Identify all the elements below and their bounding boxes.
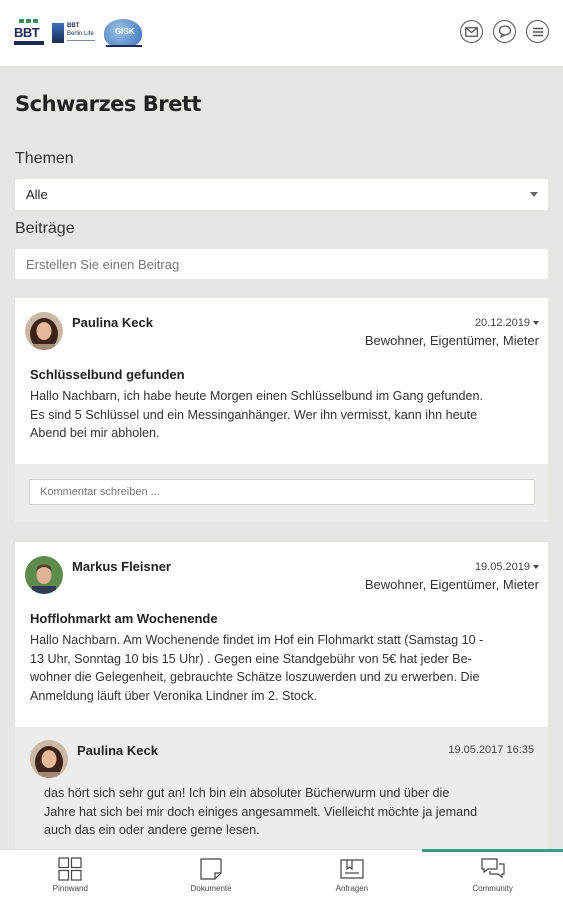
post-date[interactable]: 19.05.2019: [475, 561, 539, 573]
grid-icon: [58, 857, 82, 881]
post-roles: Bewohner, Eigentümer, Mieter: [364, 577, 539, 592]
bbt-berlin-life-logo: BBT Berlin Life: [52, 17, 96, 49]
inbox-icon: [340, 859, 364, 879]
reply-body: das hört sich sehr gut an! Ich bin ein a…: [44, 784, 539, 840]
reply-body-line: das hört sich sehr gut an! Ich bin ein a…: [44, 786, 450, 800]
tab-label: Dokumente: [190, 884, 232, 893]
themes-selected-value: Alle: [26, 187, 48, 202]
avatar[interactable]: [30, 740, 68, 778]
post-body: Hallo Nachbarn, ich habe heute Morgen ei…: [30, 387, 540, 443]
author-name[interactable]: Markus Fleisner: [72, 559, 171, 574]
post-body: Hallo Nachbarn. Am Wochenende findet im …: [30, 631, 540, 705]
post-body-line: Abend bei mir abholen.: [30, 426, 160, 441]
post-card: Markus Fleisner 19.05.2019 Bewohner, Eig…: [15, 542, 548, 732]
tab-label: Pinnwand: [52, 884, 88, 893]
avatar[interactable]: [25, 556, 63, 594]
post-body-line: 13 Uhr, Sonntag 10 bis 15 Uhr) . Gegen e…: [30, 651, 472, 666]
bbt-logo: BBT: [12, 17, 46, 49]
bottom-tab-bar: Pinnwand Dokumente Anfragen Community: [0, 849, 563, 900]
comment-input[interactable]: [29, 479, 535, 505]
post-body-line: Hallo Nachbarn, ich habe heute Morgen ei…: [30, 389, 483, 403]
chat-icon[interactable]: [493, 20, 516, 43]
tab-anfragen[interactable]: Anfragen: [282, 850, 423, 900]
themes-label: Themen: [15, 150, 74, 167]
page-title: Schwarzes Brett: [15, 92, 201, 116]
post-body-line: wohner die Gelegenheit, gebrauchte Schät…: [30, 670, 480, 685]
post-date-text: 19.05.2019: [474, 561, 530, 573]
post-body-line: Hallo Nachbarn. Am Wochenende findet im …: [30, 633, 484, 647]
post-date-text: 20.12.2019: [474, 317, 530, 329]
tab-dokumente[interactable]: Dokumente: [141, 850, 282, 900]
reply-author[interactable]: Paulina Keck: [77, 743, 158, 758]
tab-pinnwand[interactable]: Pinnwand: [0, 850, 141, 900]
post-body-line: Es sind 5 Schlüssel und ein Messinganhän…: [30, 407, 478, 422]
top-bar: BBT BBT Berlin Life GISK: [0, 0, 563, 66]
avatar[interactable]: [25, 312, 63, 350]
reply-date: 19.05.2017 16:35: [448, 744, 534, 756]
post-title: Hofflohmarkt am Wochenende: [30, 611, 218, 626]
post-title: Schlüsselbund gefunden: [30, 367, 185, 382]
dropdown-caret-icon: [530, 192, 538, 197]
mail-icon[interactable]: [460, 20, 483, 43]
post-roles: Bewohner, Eigentümer, Mieter: [364, 333, 539, 348]
themes-select[interactable]: Alle: [15, 179, 548, 210]
document-icon: [200, 858, 222, 880]
tab-label: Anfragen: [335, 884, 369, 893]
post-body-line: Anmeldung läuft über Veronika Lindner im…: [30, 688, 318, 703]
post-date[interactable]: 20.12.2019: [475, 317, 539, 329]
reply-body-line: auch das ein oder andere gerne lesen.: [44, 823, 260, 838]
chevron-down-icon: [533, 321, 539, 326]
tab-community[interactable]: Community: [422, 849, 563, 900]
author-name[interactable]: Paulina Keck: [72, 315, 153, 330]
logo-group[interactable]: BBT BBT Berlin Life GISK: [12, 14, 146, 52]
post-card: Paulina Keck 20.12.2019 Bewohner, Eigent…: [15, 298, 548, 522]
menu-icon[interactable]: [526, 20, 549, 43]
comment-area: [15, 464, 548, 522]
community-chat-icon: [481, 858, 505, 879]
tab-label: Community: [472, 884, 513, 893]
create-post-input[interactable]: [15, 249, 548, 279]
gisk-logo: GISK: [102, 17, 146, 49]
posts-label: Beiträge: [15, 220, 75, 237]
reply-body-line: Jahre hat sich bei mir doch einiges ange…: [44, 804, 478, 819]
reply-comment: Paulina Keck 19.05.2017 16:35 das hört s…: [15, 727, 548, 857]
chevron-down-icon: [533, 565, 539, 570]
